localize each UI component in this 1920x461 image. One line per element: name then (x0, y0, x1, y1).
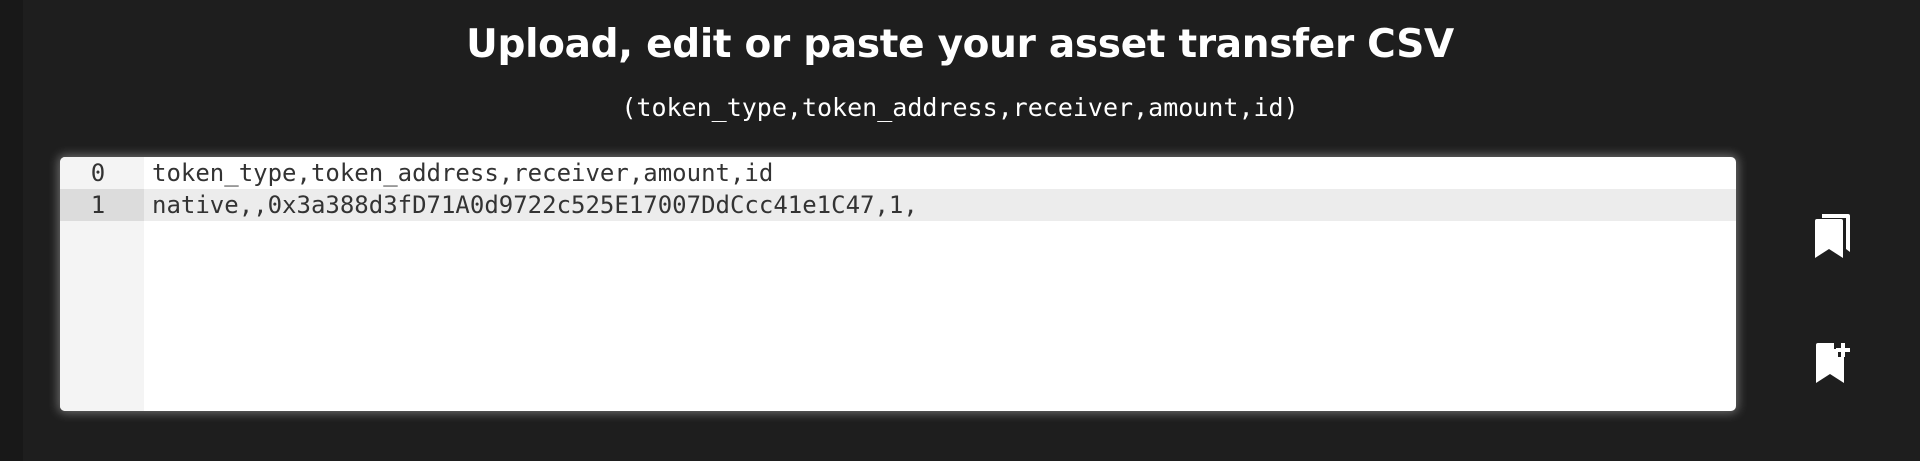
line-number: 0 (90, 159, 106, 187)
add-to-list-button[interactable] (1808, 339, 1856, 387)
saved-lists-button[interactable] (1808, 212, 1856, 260)
line-text[interactable]: token_type,token_address,receiver,amount… (152, 157, 773, 189)
csv-editor[interactable]: 0 token_type,token_address,receiver,amou… (60, 157, 1736, 411)
bookmarks-icon (1812, 212, 1852, 260)
line-number: 1 (60, 189, 144, 221)
page-title: Upload, edit or paste your asset transfe… (466, 22, 1454, 67)
csv-format-hint: (token_type,token_address,receiver,amoun… (621, 93, 1299, 122)
editor-line[interactable]: 0 token_type,token_address,receiver,amou… (60, 157, 1736, 189)
bookmark-add-icon (1812, 341, 1852, 385)
editor-line-active[interactable]: 1 native,,0x3a388d3fD71A0d9722c525E17007… (60, 189, 1736, 221)
line-text[interactable]: native,,0x3a388d3fD71A0d9722c525E17007Dd… (152, 189, 918, 221)
